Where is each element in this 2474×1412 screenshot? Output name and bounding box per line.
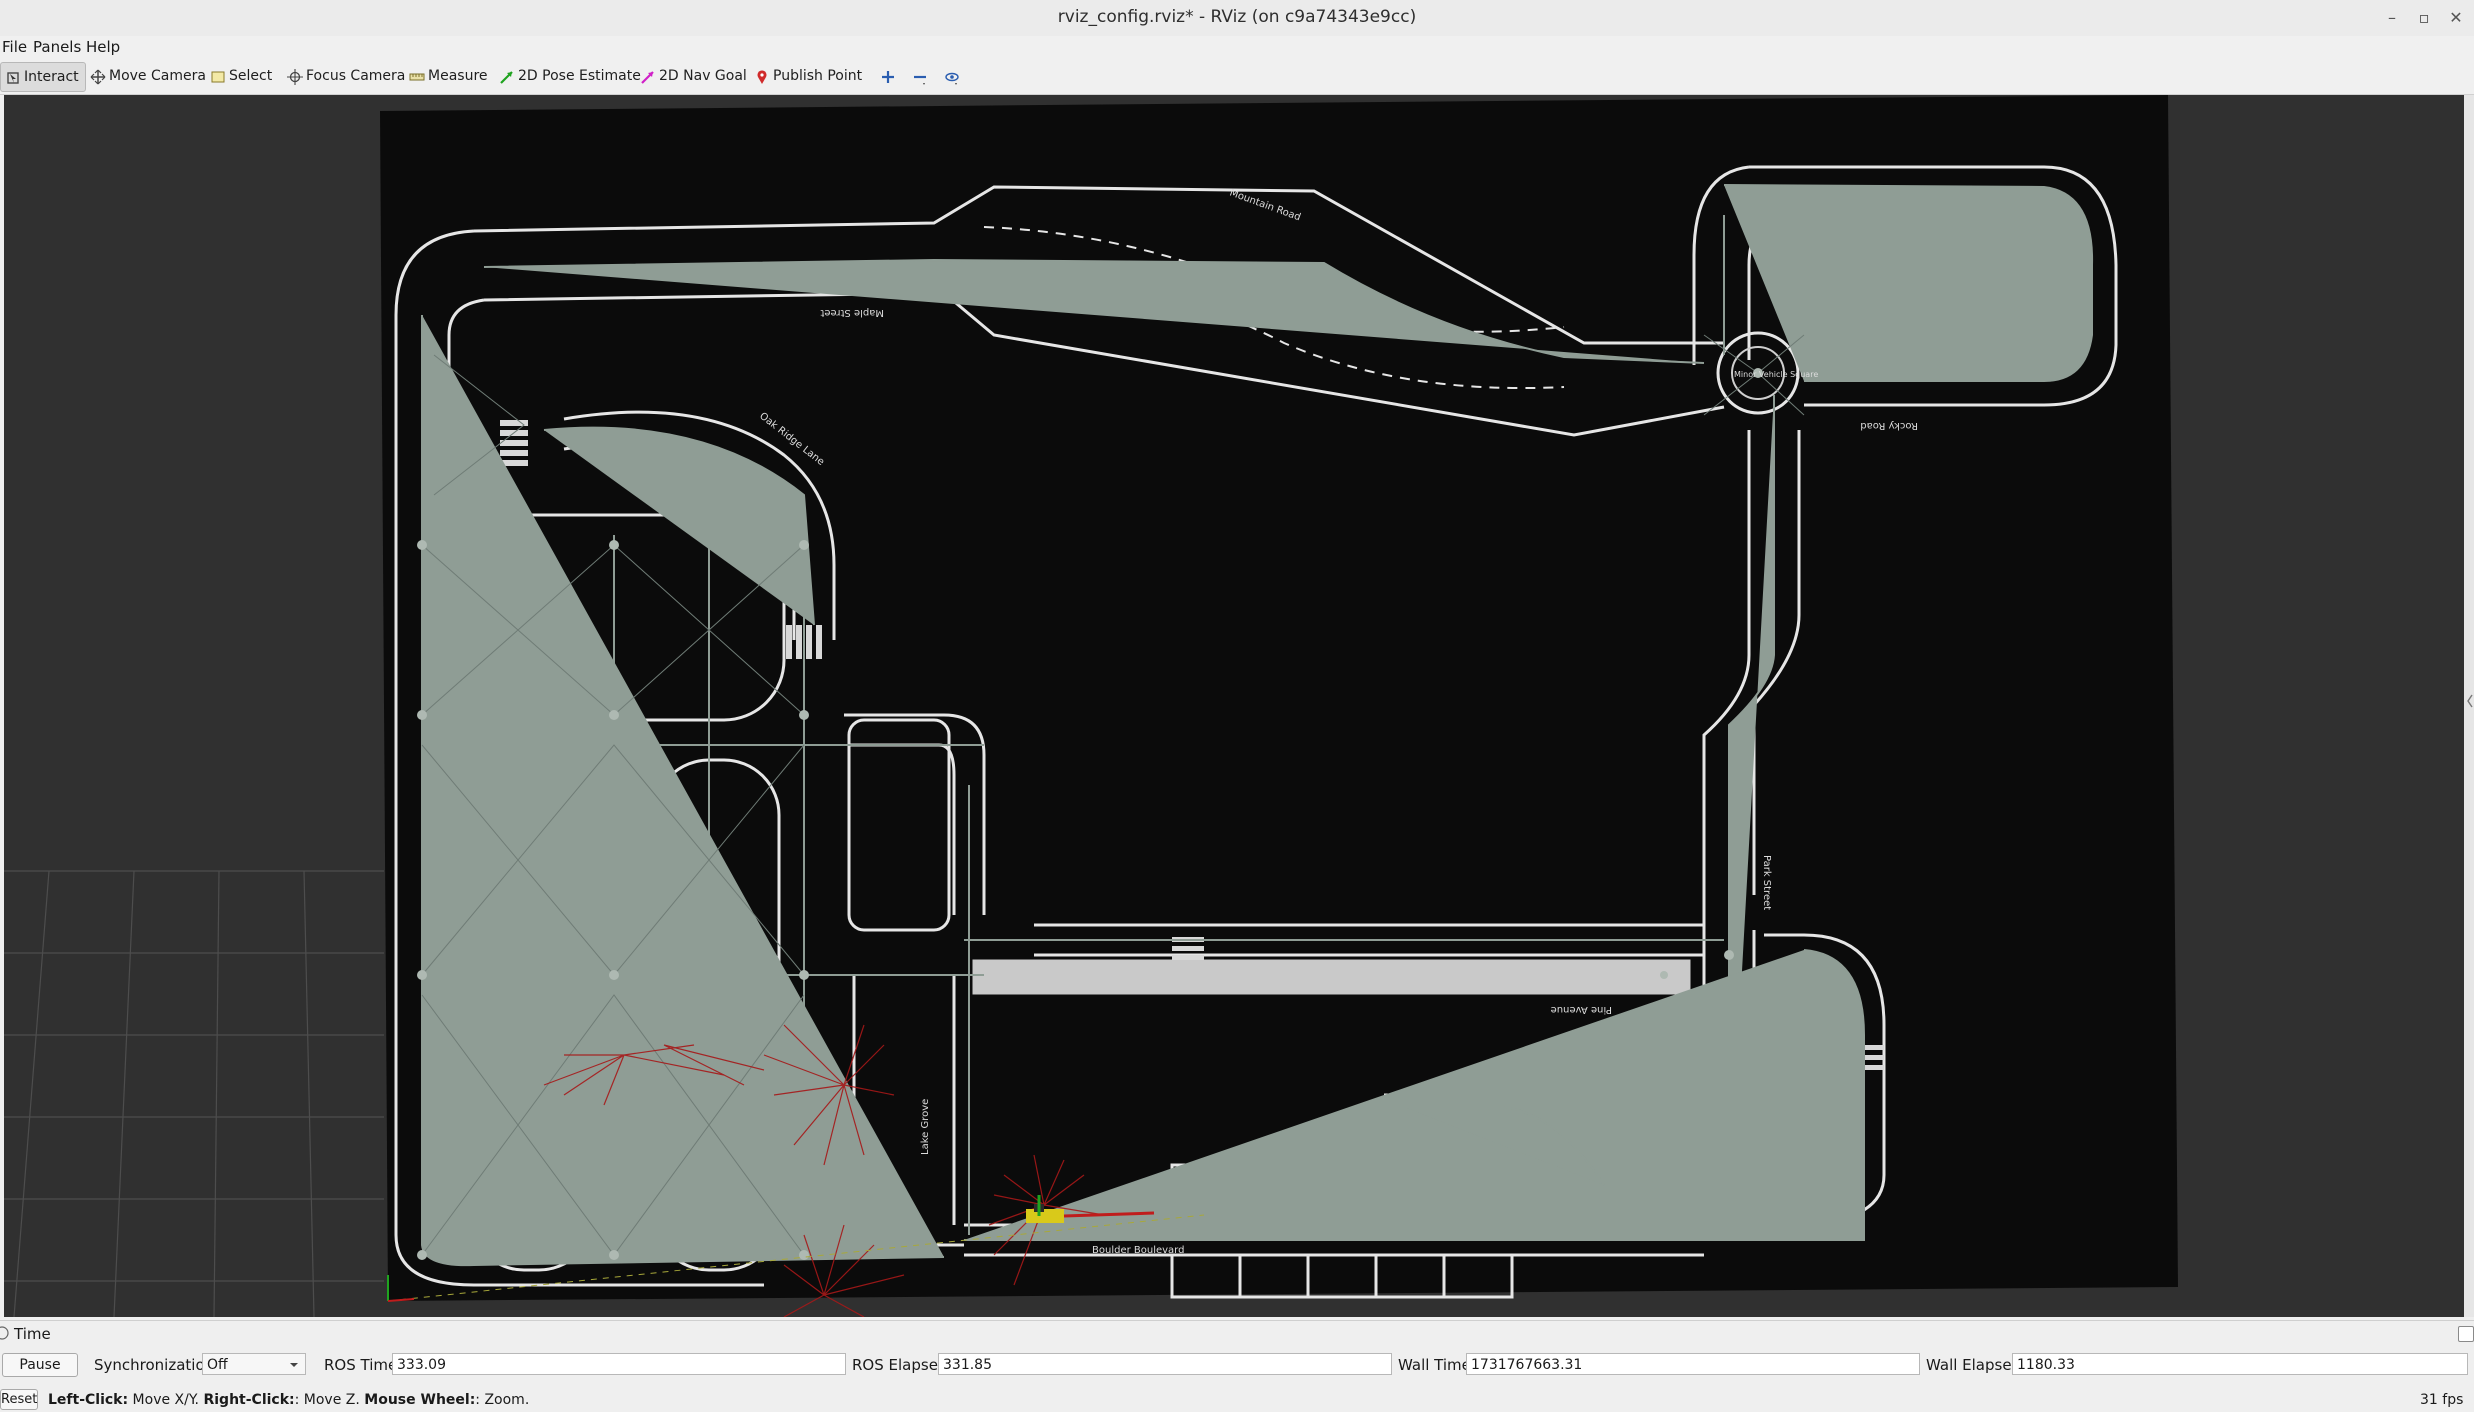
select-label: Select bbox=[229, 68, 273, 84]
reset-button[interactable]: Reset bbox=[0, 1389, 38, 1410]
eye-icon bbox=[944, 67, 960, 85]
fps-counter: 31 fps bbox=[2420, 1392, 2464, 1408]
measure-tool[interactable]: Measure bbox=[409, 62, 488, 90]
status-bar: Reset Left-Click: Move X/Y. Right-Click:… bbox=[0, 1389, 2474, 1412]
sync-label: Synchronization: bbox=[94, 1356, 220, 1374]
mouse-wheel-desc: : Zoom. bbox=[475, 1392, 530, 1408]
time-panel-header: Time bbox=[0, 1324, 2474, 1346]
close-button[interactable]: ✕ bbox=[2442, 6, 2470, 30]
publish-point-label: Publish Point bbox=[773, 68, 863, 84]
panel-close-button[interactable] bbox=[2458, 1326, 2474, 1342]
dropdown-arrow-icon bbox=[289, 1354, 299, 1381]
wall-time-field[interactable]: 1731767663.31 bbox=[1466, 1353, 1920, 1375]
time-panel: Time Pause Synchronization: Off ROS Time… bbox=[0, 1320, 2474, 1393]
interact-tool[interactable]: Interact bbox=[0, 62, 86, 92]
side-panel-handle[interactable] bbox=[2464, 95, 2474, 1317]
nav-goal-tool[interactable]: 2D Nav Goal bbox=[640, 62, 747, 90]
menu-panels[interactable]: Panels bbox=[33, 38, 81, 56]
map-label-pine: Pine Avenue bbox=[1551, 1004, 1612, 1015]
pause-button[interactable]: Pause bbox=[2, 1353, 78, 1377]
minimize-button[interactable]: – bbox=[2378, 6, 2406, 30]
map-label-park: Park Street bbox=[1761, 855, 1772, 910]
time-panel-row: Pause Synchronization: Off ROS Time: 333… bbox=[0, 1351, 2474, 1381]
right-click-desc: : Move Z. bbox=[294, 1392, 365, 1408]
select-tool[interactable]: Select bbox=[210, 62, 272, 90]
left-click-desc: Move X/Y. bbox=[128, 1392, 204, 1408]
ros-time-field[interactable]: 333.09 bbox=[392, 1353, 846, 1375]
mouse-help-text: Left-Click: Move X/Y. Right-Click:: Move… bbox=[48, 1392, 529, 1408]
focus-camera-label: Focus Camera bbox=[306, 68, 406, 84]
sync-select-value: Off bbox=[207, 1357, 228, 1373]
map-label-minor-square: Minor Vehicle Square bbox=[1734, 370, 1818, 379]
nav-goal-label: 2D Nav Goal bbox=[659, 68, 747, 84]
magenta-arrow-icon bbox=[640, 67, 656, 84]
maximize-button[interactable]: ▫ bbox=[2410, 6, 2438, 30]
measure-label: Measure bbox=[428, 68, 488, 84]
ruler-icon bbox=[409, 67, 425, 83]
wall-time-label: Wall Time: bbox=[1398, 1356, 1476, 1374]
right-click-hint: Right-Click: bbox=[203, 1392, 295, 1408]
pose-estimate-label: 2D Pose Estimate bbox=[518, 68, 641, 84]
map-label-rocky: Rocky Road bbox=[1860, 420, 1918, 431]
remove-tool-button[interactable] bbox=[912, 62, 931, 90]
move-arrows-icon bbox=[90, 67, 106, 85]
move-camera-tool[interactable]: Move Camera bbox=[90, 62, 206, 90]
select-box-icon bbox=[210, 67, 226, 83]
window-title: rviz_config.rviz* - RViz (on c9a74343e9c… bbox=[1057, 7, 1417, 27]
left-click-hint: Left-Click: bbox=[48, 1392, 129, 1408]
render-viewport[interactable]: Boulder Boulevard Lake Grove Minor Vehic… bbox=[4, 95, 2464, 1317]
menu-file[interactable]: File bbox=[2, 38, 27, 56]
interact-label: Interact bbox=[24, 69, 79, 85]
map-label-lake-grove: Lake Grove bbox=[920, 1099, 931, 1155]
menu-bar: File Panels Help bbox=[0, 36, 2474, 58]
toolbar: Interact Move Camera Select Focus Camera… bbox=[0, 58, 2474, 95]
pose-estimate-tool[interactable]: 2D Pose Estimate bbox=[499, 62, 641, 90]
ground-grid bbox=[4, 870, 384, 1317]
crosshair-icon bbox=[287, 67, 303, 85]
time-panel-title: Time bbox=[14, 1325, 51, 1343]
map-label-maple: Maple Street bbox=[820, 307, 884, 318]
publish-point-tool[interactable]: Publish Point bbox=[754, 62, 862, 90]
add-tool-button[interactable] bbox=[880, 62, 899, 90]
ros-elapsed-field[interactable]: 331.85 bbox=[938, 1353, 1392, 1375]
menu-help[interactable]: Help bbox=[86, 38, 120, 56]
focus-camera-tool[interactable]: Focus Camera bbox=[287, 62, 405, 90]
sync-select[interactable]: Off bbox=[202, 1353, 306, 1375]
wall-elapsed-field[interactable]: 1180.33 bbox=[2012, 1353, 2468, 1375]
move-camera-label: Move Camera bbox=[109, 68, 206, 84]
ros-time-label: ROS Time: bbox=[324, 1356, 403, 1374]
green-arrow-icon bbox=[499, 67, 515, 84]
cursor-icon bbox=[5, 68, 21, 84]
map-pin-icon bbox=[754, 67, 770, 84]
minus-icon bbox=[912, 67, 928, 85]
view-options-button[interactable] bbox=[944, 62, 963, 90]
title-bar: rviz_config.rviz* - RViz (on c9a74343e9c… bbox=[0, 0, 2474, 37]
mouse-wheel-hint: Mouse Wheel: bbox=[364, 1392, 476, 1408]
map-label-boulder: Boulder Boulevard bbox=[1092, 1245, 1184, 1256]
plus-icon bbox=[880, 67, 896, 83]
panel-collapse-icon[interactable] bbox=[0, 1325, 10, 1345]
